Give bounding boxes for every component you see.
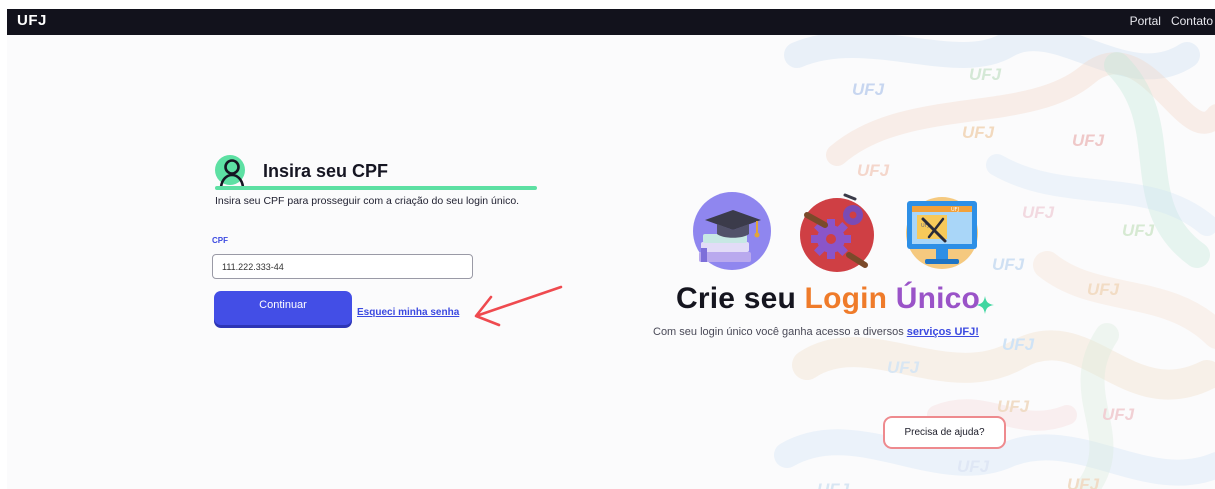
- sparkle-icon: [976, 296, 994, 314]
- watermark-ufj: UFJ: [969, 65, 1002, 84]
- watermark-ufj: UFJ: [1122, 221, 1155, 240]
- form-subtitle: Insira seu CPF para prosseguir com a cri…: [215, 195, 520, 207]
- promo-subtitle-text: Com seu login único você ganha acesso a …: [653, 326, 904, 338]
- watermark-ufj: UFJ: [887, 358, 920, 377]
- promo-title-part3: Único: [895, 282, 981, 315]
- watermark-ufj: UFJ: [817, 480, 849, 489]
- promo-subtitle: Com seu login único você ganha acesso a …: [653, 326, 979, 338]
- user-icon: [219, 159, 245, 188]
- promo-title-part2: Login: [804, 282, 888, 315]
- watermark-ufj: UFJ: [962, 123, 995, 142]
- decorative-background: UFJ UFJ UFJ UFJ UFJ UFJ UFJ UFJ UFJ UFJ …: [7, 25, 1215, 489]
- page-frame: UFJ Portal Contato UFJ UFJ UFJ UFJ UFJ U…: [7, 9, 1215, 489]
- illustration-label: UFJ: [951, 207, 959, 213]
- cpf-input[interactable]: [212, 254, 473, 279]
- watermark-ufj: UFJ: [997, 397, 1030, 416]
- title-underline: [215, 186, 537, 190]
- cpf-label: CPF: [212, 236, 228, 245]
- graduation-books-icon: [693, 192, 771, 270]
- brand-logo[interactable]: UFJ: [17, 12, 47, 29]
- top-navbar: UFJ Portal Contato: [7, 9, 1215, 35]
- help-button[interactable]: Precisa de ajuda?: [883, 416, 1006, 449]
- watermark-ufj: UFJ: [857, 161, 890, 180]
- watermark-ufj: UFJ: [1072, 131, 1105, 150]
- promo-title: Crie seu Login Único: [676, 282, 980, 316]
- continue-button[interactable]: Continuar: [214, 291, 352, 325]
- watermark-ufj: UFJ: [992, 255, 1025, 274]
- watermark-ufj: UFJ: [852, 80, 885, 99]
- computer-tools-icon: UFJ UFJ: [906, 197, 978, 269]
- form-title: Insira seu CPF: [263, 161, 389, 181]
- nav-link-portal[interactable]: Portal: [1130, 14, 1161, 28]
- services-link[interactable]: serviços UFJ!: [907, 326, 979, 338]
- watermark-ufj: UFJ: [1022, 203, 1055, 222]
- forgot-password-link[interactable]: Esqueci minha senha: [357, 307, 459, 318]
- settings-gear-icon: [800, 193, 874, 272]
- nav-link-contato[interactable]: Contato: [1171, 14, 1213, 28]
- nav-links: Portal Contato: [1130, 14, 1213, 28]
- watermark-ufj: UFJ: [1102, 405, 1135, 424]
- watermark-ufj: UFJ: [1087, 280, 1120, 299]
- background-swirls: [774, 25, 1215, 489]
- promo-title-part1: Crie seu: [676, 282, 796, 315]
- watermark-ufj: UFJ: [957, 457, 990, 476]
- watermark-ufj: UFJ: [1067, 475, 1100, 489]
- annotation-arrow-icon: [474, 285, 563, 327]
- watermark-ufj: UFJ: [1002, 335, 1035, 354]
